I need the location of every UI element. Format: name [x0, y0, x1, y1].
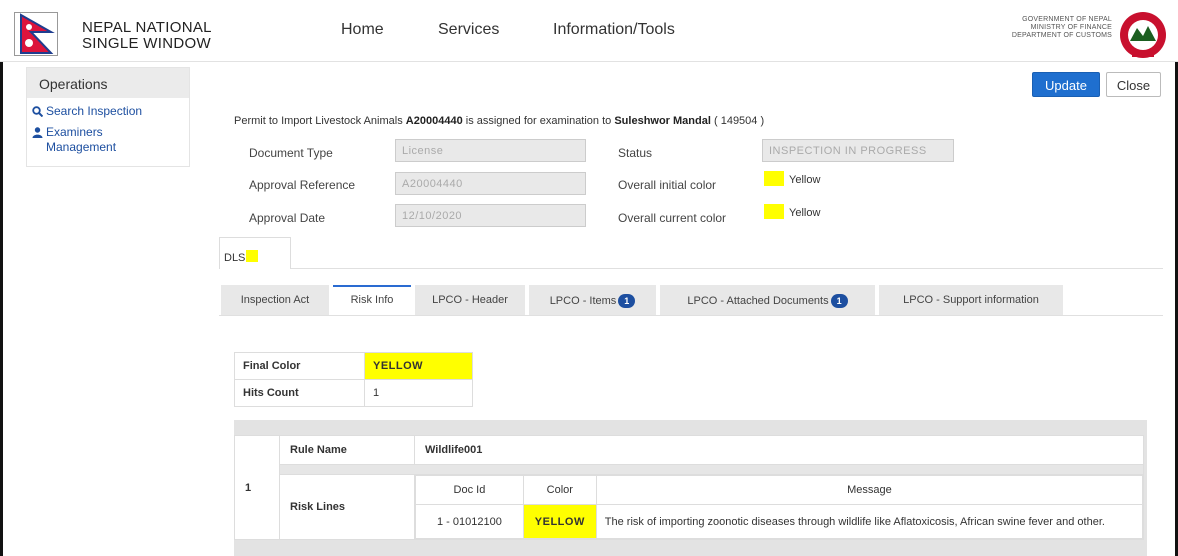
assignment-prefix: Permit to Import Livestock Animals	[234, 115, 403, 127]
top-navigation-bar: NEPAL NATIONAL SINGLE WINDOW Home Servic…	[0, 0, 1178, 62]
tab-label: LPCO - Attached Documents	[687, 295, 829, 307]
subtabs-divider	[219, 315, 1163, 316]
user-icon	[32, 127, 43, 138]
hits-count-label: Hits Count	[234, 379, 365, 407]
initial-color-swatch	[764, 171, 784, 186]
examiner-id: ( 149504 )	[713, 115, 765, 127]
gov-line-1: GOVERNMENT OF NEPAL	[1022, 16, 1112, 23]
doc-id-header: Doc Id	[415, 475, 524, 505]
nav-home[interactable]: Home	[341, 21, 384, 39]
hits-count-value: 1	[364, 379, 473, 407]
nepal-flag-logo[interactable]	[14, 12, 58, 56]
tab-lpco-header[interactable]: LPCO - Header	[415, 285, 525, 315]
count-badge: 1	[830, 294, 848, 308]
table-row: Doc Id Color Message	[415, 475, 1144, 505]
sidebar-item-search-inspection[interactable]: Search Inspection	[27, 104, 189, 119]
rule-index: 1	[234, 435, 280, 540]
approval-reference-label: Approval Reference	[249, 178, 356, 192]
gov-line-3: DEPARTMENT OF CUSTOMS	[1011, 32, 1112, 39]
gov-line-2: MINISTRY OF FINANCE	[1030, 24, 1112, 31]
brand-line-1: NEPAL NATIONAL	[82, 19, 212, 36]
permit-number: A20004440	[405, 115, 463, 127]
status-label: Status	[618, 146, 653, 160]
tab-lpco-attached-documents[interactable]: LPCO - Attached Documents 1	[660, 285, 875, 315]
government-emblem-icon	[1120, 12, 1166, 58]
approval-date-label: Approval Date	[249, 211, 326, 225]
government-caption: GOVERNMENT OF NEPAL MINISTRY OF FINANCE …	[1012, 16, 1112, 40]
close-button[interactable]: Close	[1106, 72, 1161, 97]
assignment-middle: is assigned for examination to	[465, 115, 612, 127]
initial-color-label: Overall initial color	[618, 178, 717, 192]
update-button[interactable]: Update	[1032, 72, 1100, 97]
dls-color-swatch	[246, 250, 259, 262]
table-row: 1 - 01012100 YELLOW The risk of importin…	[415, 504, 1144, 539]
table-row: Final Color YELLOW	[234, 352, 473, 380]
sidebar-item-examiners-management[interactable]: Examiners Management	[27, 125, 127, 155]
nepal-flag-icon	[20, 13, 55, 54]
final-color-label: Final Color	[234, 352, 365, 380]
current-color-label: Overall current color	[618, 211, 727, 225]
brand-line-2: SINGLE WINDOW	[82, 35, 211, 52]
color-cell: YELLOW	[522, 504, 597, 539]
search-icon	[32, 106, 43, 117]
approval-date-field[interactable]: 12/10/2020	[395, 204, 586, 227]
nav-services[interactable]: Services	[438, 21, 499, 39]
rule-name-label: Rule Name	[279, 435, 415, 465]
risk-lines-table: Doc Id Color Message 1 - 01012100 YELLOW…	[415, 475, 1144, 539]
row-spacer	[279, 464, 1144, 475]
current-color-value: Yellow	[789, 207, 821, 219]
count-badge: 1	[618, 294, 636, 308]
status-field[interactable]: INSPECTION IN PROGRESS	[762, 139, 954, 162]
tab-dls[interactable]: DLS	[219, 237, 291, 269]
table-row	[235, 464, 1144, 475]
tab-lpco-items[interactable]: LPCO - Items 1	[529, 285, 656, 315]
current-color-swatch	[764, 204, 784, 219]
rule-name-value: Wildlife001	[414, 435, 1144, 465]
risk-summary-table: Final Color YELLOW Hits Count 1	[234, 352, 473, 407]
tab-label: LPCO - Items	[549, 295, 617, 307]
approval-reference-field[interactable]: A20004440	[395, 172, 586, 195]
risk-lines-cell: Doc Id Color Message 1 - 01012100 YELLOW…	[414, 474, 1144, 540]
color-header: Color	[522, 475, 597, 505]
tab-risk-info[interactable]: Risk Info	[333, 285, 411, 315]
document-type-field[interactable]: License	[395, 139, 586, 162]
sidebar-title: Operations	[27, 68, 189, 98]
rule-table: 1 Rule Name Wildlife001 Risk Lines Doc I…	[234, 435, 1144, 540]
operations-sidebar: Operations Search Inspection Examiners M…	[26, 67, 190, 167]
initial-color-value: Yellow	[789, 174, 821, 186]
final-color-value: YELLOW	[364, 352, 473, 380]
tab-dls-label: DLS	[224, 252, 246, 264]
table-row: Risk Lines Doc Id Color Message 1 - 0101…	[235, 474, 1144, 540]
brand-title[interactable]: NEPAL NATIONAL SINGLE WINDOW	[82, 20, 212, 52]
sidebar-item-label: Search Inspection	[46, 104, 143, 118]
screen-frame-left	[0, 0, 3, 556]
table-row: 1 Rule Name Wildlife001	[234, 435, 1144, 540]
tab-inspection-act[interactable]: Inspection Act	[221, 285, 329, 315]
message-cell: The risk of importing zoonotic diseases …	[595, 504, 1144, 539]
nav-information-tools[interactable]: Information/Tools	[553, 21, 675, 39]
document-type-label: Document Type	[249, 146, 333, 160]
tab-lpco-support-information[interactable]: LPCO - Support information	[879, 285, 1063, 315]
message-header: Message	[595, 475, 1144, 505]
risk-lines-label: Risk Lines	[279, 474, 415, 540]
doc-id-cell: 1 - 01012100	[415, 504, 524, 539]
sidebar-item-label: Examiners Management	[46, 125, 117, 154]
dls-tabs-divider	[219, 268, 1163, 269]
examiner-name: Suleshwor Mandal	[614, 115, 711, 127]
assignment-message: Permit to Import Livestock Animals A2000…	[234, 115, 764, 127]
table-row: Hits Count 1	[234, 379, 473, 407]
